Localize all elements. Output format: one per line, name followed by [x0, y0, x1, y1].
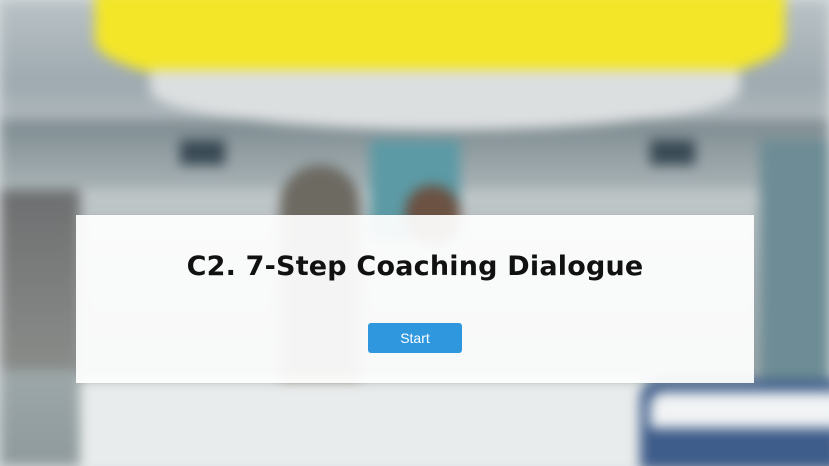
slide-title: C2. 7-Step Coaching Dialogue	[186, 251, 644, 282]
exit-sign	[650, 140, 695, 165]
info-screen	[180, 140, 225, 165]
fare-gate-top	[650, 392, 829, 428]
crowd-area	[0, 190, 80, 370]
start-button[interactable]: Start	[368, 323, 462, 353]
service-counter	[80, 380, 680, 466]
slide-stage: C2. 7-Step Coaching Dialogue Start	[0, 0, 829, 466]
wall-panel	[760, 140, 829, 380]
title-card: C2. 7-Step Coaching Dialogue Start	[76, 215, 754, 383]
